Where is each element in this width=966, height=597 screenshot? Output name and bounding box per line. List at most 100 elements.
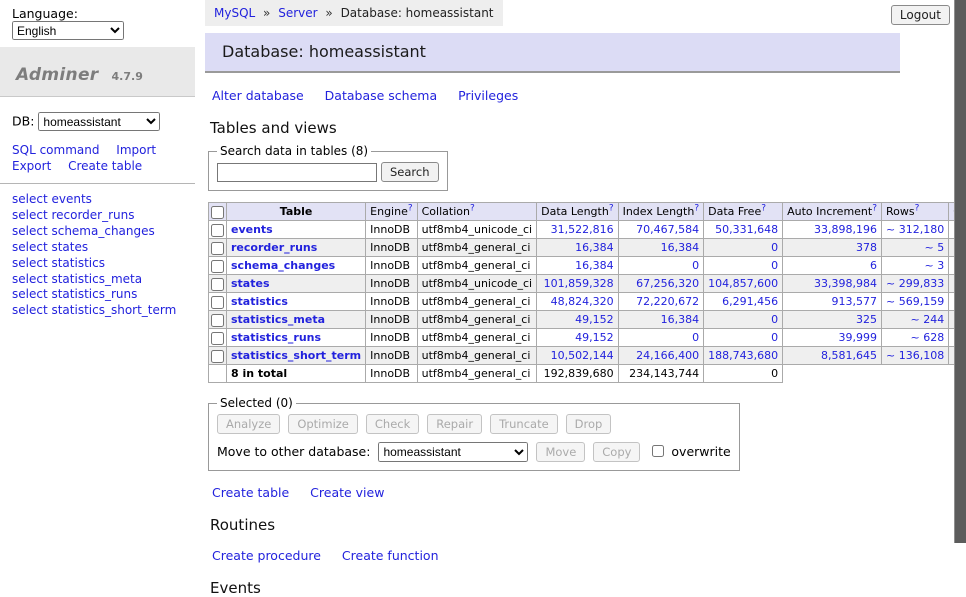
database-schema-link[interactable]: Database schema: [325, 88, 437, 103]
sidebar-item-select-statistics-meta[interactable]: select statistics_meta: [12, 272, 185, 288]
index-length-link[interactable]: 0: [692, 331, 699, 344]
rows-count-link[interactable]: ~ 569,159: [886, 295, 944, 308]
index-length-link[interactable]: 24,166,400: [636, 349, 699, 362]
copy-button[interactable]: Copy: [593, 442, 640, 462]
drop-button[interactable]: Drop: [566, 414, 612, 434]
truncate-button[interactable]: Truncate: [490, 414, 558, 434]
rows-count-link[interactable]: ~ 3: [924, 259, 944, 272]
rows-count-link[interactable]: ~ 312,180: [886, 223, 944, 236]
breadcrumb-server-link[interactable]: Server: [278, 6, 317, 20]
sidebar-link-export[interactable]: Export: [12, 159, 51, 173]
repair-button[interactable]: Repair: [427, 414, 482, 434]
overwrite-label[interactable]: overwrite: [671, 444, 730, 459]
auto-increment-link[interactable]: 8,581,645: [821, 349, 877, 362]
data-length-link[interactable]: 16,384: [575, 241, 614, 254]
select-all-checkbox[interactable]: [211, 206, 224, 219]
sidebar-item-select-statistics-runs[interactable]: select statistics_runs: [12, 287, 185, 303]
row-checkbox[interactable]: [211, 350, 224, 363]
language-select[interactable]: English: [12, 21, 124, 40]
vertical-scrollbar[interactable]: [954, 0, 966, 543]
column-help-link[interactable]: ?: [872, 203, 877, 213]
sidebar-item-select-events[interactable]: select events: [12, 192, 185, 208]
rows-count-link[interactable]: ~ 628: [910, 331, 944, 344]
row-checkbox[interactable]: [211, 224, 224, 237]
data-length-link[interactable]: 48,824,320: [551, 295, 614, 308]
overwrite-checkbox[interactable]: [652, 445, 664, 457]
index-length-link[interactable]: 70,467,584: [636, 223, 699, 236]
data-free-link[interactable]: 0: [771, 259, 778, 272]
row-checkbox[interactable]: [211, 332, 224, 345]
row-checkbox[interactable]: [211, 278, 224, 291]
breadcrumb-mysql-link[interactable]: MySQL: [214, 6, 255, 20]
optimize-button[interactable]: Optimize: [288, 414, 358, 434]
table-name-link[interactable]: statistics_meta: [231, 313, 325, 326]
data-length-link[interactable]: 31,522,816: [551, 223, 614, 236]
create-table-link[interactable]: Create table: [212, 485, 289, 500]
sidebar-item-select-states[interactable]: select states: [12, 240, 185, 256]
auto-increment-link[interactable]: 33,898,196: [814, 223, 877, 236]
data-free-link[interactable]: 0: [771, 313, 778, 326]
create-function-link[interactable]: Create function: [342, 548, 439, 563]
privileges-link[interactable]: Privileges: [458, 88, 518, 103]
table-name-link[interactable]: statistics_runs: [231, 331, 321, 344]
rows-count-link[interactable]: ~ 136,108: [886, 349, 944, 362]
auto-increment-link[interactable]: 33,398,984: [814, 277, 877, 290]
data-length-link[interactable]: 16,384: [575, 259, 614, 272]
row-checkbox[interactable]: [211, 314, 224, 327]
data-length-link[interactable]: 49,152: [575, 313, 614, 326]
sidebar-item-select-statistics[interactable]: select statistics: [12, 256, 185, 272]
table-name-link[interactable]: schema_changes: [231, 259, 335, 272]
table-name-link[interactable]: states: [231, 277, 270, 290]
data-free-link[interactable]: 6,291,456: [722, 295, 778, 308]
index-length-link[interactable]: 0: [692, 259, 699, 272]
sidebar-item-select-schema-changes[interactable]: select schema_changes: [12, 224, 185, 240]
data-length-link[interactable]: 49,152: [575, 331, 614, 344]
auto-increment-link[interactable]: 913,577: [832, 295, 878, 308]
data-free-link[interactable]: 104,857,600: [708, 277, 778, 290]
auto-increment-link[interactable]: 378: [856, 241, 877, 254]
db-select[interactable]: homeassistant: [38, 112, 160, 131]
row-checkbox[interactable]: [211, 296, 224, 309]
row-checkbox[interactable]: [211, 260, 224, 273]
column-help-link[interactable]: ?: [408, 203, 413, 213]
rows-count-link[interactable]: ~ 5: [924, 241, 944, 254]
column-help-link[interactable]: ?: [609, 203, 614, 213]
data-free-link[interactable]: 188,743,680: [708, 349, 778, 362]
column-help-link[interactable]: ?: [915, 203, 920, 213]
analyze-button[interactable]: Analyze: [217, 414, 280, 434]
sidebar-link-create-table[interactable]: Create table: [68, 159, 142, 173]
table-name-link[interactable]: statistics_short_term: [231, 349, 361, 362]
move-db-select[interactable]: homeassistant: [378, 442, 528, 462]
search-input[interactable]: [217, 163, 377, 182]
alter-database-link[interactable]: Alter database: [212, 88, 304, 103]
index-length-link[interactable]: 16,384: [661, 241, 700, 254]
create-procedure-link[interactable]: Create procedure: [212, 548, 321, 563]
data-length-link[interactable]: 10,502,144: [551, 349, 614, 362]
data-free-link[interactable]: 50,331,648: [715, 223, 778, 236]
create-view-link[interactable]: Create view: [310, 485, 384, 500]
auto-increment-link[interactable]: 325: [856, 313, 877, 326]
sidebar-link-import[interactable]: Import: [116, 143, 156, 157]
auto-increment-link[interactable]: 6: [870, 259, 877, 272]
data-free-link[interactable]: 0: [771, 331, 778, 344]
column-help-link[interactable]: ?: [470, 203, 475, 213]
table-name-link[interactable]: recorder_runs: [231, 241, 317, 254]
search-button[interactable]: Search: [381, 162, 439, 182]
column-help-link[interactable]: ?: [761, 203, 766, 213]
auto-increment-link[interactable]: 39,999: [839, 331, 878, 344]
data-free-link[interactable]: 0: [771, 241, 778, 254]
index-length-link[interactable]: 16,384: [661, 313, 700, 326]
index-length-link[interactable]: 67,256,320: [636, 277, 699, 290]
rows-count-link[interactable]: ~ 299,833: [886, 277, 944, 290]
column-help-link[interactable]: ?: [694, 203, 699, 213]
row-checkbox[interactable]: [211, 242, 224, 255]
sidebar-item-select-recorder-runs[interactable]: select recorder_runs: [12, 208, 185, 224]
check-button[interactable]: Check: [366, 414, 419, 434]
sidebar-item-select-statistics-short-term[interactable]: select statistics_short_term: [12, 303, 185, 319]
move-button[interactable]: Move: [536, 442, 585, 462]
index-length-link[interactable]: 72,220,672: [636, 295, 699, 308]
table-name-link[interactable]: events: [231, 223, 273, 236]
sidebar-link-sql-command[interactable]: SQL command: [12, 143, 99, 157]
table-name-link[interactable]: statistics: [231, 295, 288, 308]
rows-count-link[interactable]: ~ 244: [910, 313, 944, 326]
